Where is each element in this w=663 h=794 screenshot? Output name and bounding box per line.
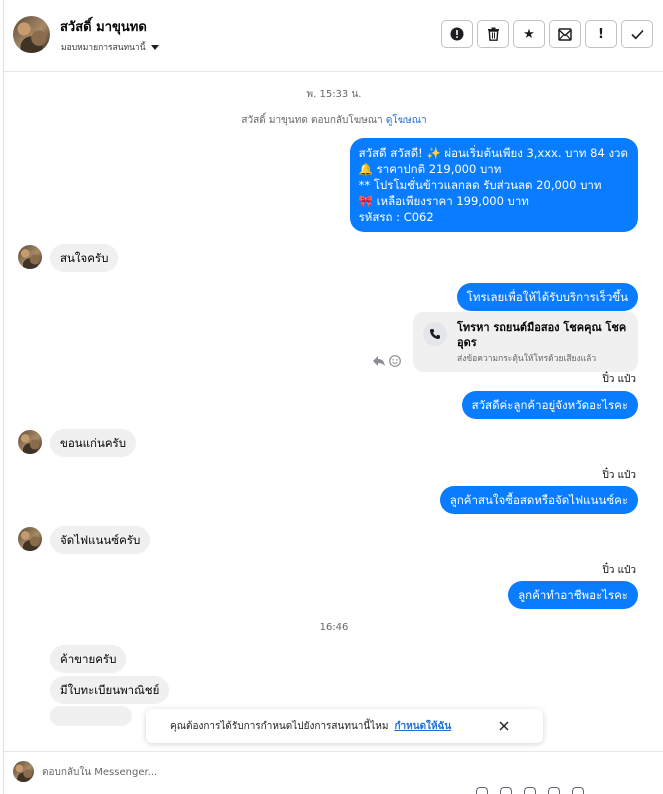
- promo-line: 🎀 เหลือเพียงราคา 199,000 บาท: [358, 194, 529, 208]
- mark-done-button[interactable]: [621, 20, 653, 48]
- exclamation-icon: !: [598, 26, 604, 42]
- sender-name: ปิ๋ว แป๋ว: [602, 565, 636, 576]
- incoming-message-partial[interactable]: [50, 706, 132, 726]
- ad-reply-notice: สวัสดิ์ มาขุนทด ตอบกลับโฆษณา ดูโฆษณา: [4, 113, 663, 128]
- reply-icon[interactable]: [372, 355, 386, 367]
- ad-reply-text: สวัสดิ์ มาขุนทด ตอบกลับโฆษณา: [241, 115, 383, 126]
- contact-avatar-small[interactable]: [18, 430, 42, 454]
- trash-icon: [487, 27, 499, 41]
- phone-icon: [423, 322, 447, 346]
- promo-line: รหัสรถ : C062: [358, 210, 434, 224]
- move-to-done-button[interactable]: [549, 20, 581, 48]
- contact-name[interactable]: สวัสดิ์ มาขุนทด: [60, 16, 147, 37]
- toast-message: คุณต้องการได้รับการกำหนดไปยังการสนทนานี้…: [170, 720, 389, 732]
- sender-name: ปิ๋ว แป๋ว: [602, 470, 636, 481]
- contact-avatar-small[interactable]: [18, 527, 42, 551]
- report-button[interactable]: !: [585, 20, 617, 48]
- promo-line: ** โปรโมชั่นข้าวแลกลด รับส่วนลด 20,000 บ…: [358, 178, 602, 192]
- assign-prompt-toast: คุณต้องการได้รับการกำหนดไปยังการสนทนานี้…: [146, 709, 543, 743]
- exclamation-circle-icon: [450, 27, 464, 41]
- attach-icon[interactable]: [476, 787, 488, 794]
- contact-avatar[interactable]: [13, 16, 50, 53]
- outgoing-message[interactable]: ลูกค้าสนใจซื้อสดหรือจัดไฟแนนซ์คะ: [439, 486, 638, 514]
- outgoing-message[interactable]: ลูกค้าทำอาชีพอะไรคะ: [508, 581, 638, 609]
- reply-composer: ตอบกลับใน Messenger...: [4, 751, 663, 794]
- mail-archive-icon: [558, 27, 572, 41]
- promo-line: สวัสดี สวัสดี! ✨ ผ่อนเริ่มต้นเพียง 3,xxx…: [358, 146, 628, 160]
- gif-icon[interactable]: [524, 787, 536, 794]
- timestamp: พ. 15:33 น.: [306, 89, 362, 100]
- incoming-message[interactable]: สนใจครับ: [50, 244, 119, 272]
- star-icon: ★: [523, 26, 535, 42]
- assign-label: มอบหมายการสนทนานี้: [61, 43, 146, 53]
- check-icon: [630, 29, 644, 39]
- sender-name: ปิ๋ว แป๋ว: [602, 374, 636, 385]
- call-card-title: โทรหา รถยนต์มือสอง โชคคุณ โชค อุดร: [457, 321, 627, 349]
- header-actions: ★ !: [441, 20, 653, 48]
- close-icon[interactable]: [497, 719, 511, 733]
- reply-input[interactable]: ตอบกลับใน Messenger...: [42, 765, 157, 780]
- mark-spam-button[interactable]: [441, 20, 473, 48]
- star-button[interactable]: ★: [513, 20, 545, 48]
- incoming-message[interactable]: ค้าขายครับ: [50, 645, 127, 673]
- outgoing-promo-message[interactable]: สวัสดี สวัสดี! ✨ ผ่อนเริ่มต้นเพียง 3,xxx…: [349, 138, 638, 232]
- photo-icon[interactable]: [500, 787, 512, 794]
- contact-avatar-small[interactable]: [18, 245, 42, 269]
- smiley-icon[interactable]: [389, 355, 401, 367]
- delete-button[interactable]: [477, 20, 509, 48]
- page-avatar: [13, 761, 34, 782]
- message-thread[interactable]: พ. 15:33 น. สวัสดิ์ มาขุนทด ตอบกลับโฆษณา…: [4, 73, 663, 745]
- saved-reply-icon[interactable]: [572, 787, 584, 794]
- view-ad-link[interactable]: ดูโฆษณา: [386, 115, 427, 126]
- outgoing-message[interactable]: โทรเลยเพื่อให้ได้รับบริการเร็วขึ้น: [456, 283, 638, 311]
- promo-line: 🔔 ราคาปกติ 219,000 บาท: [358, 162, 502, 176]
- assign-dropdown[interactable]: มอบหมายการสนทนานี้: [61, 40, 159, 54]
- conversation-header: สวัสดิ์ มาขุนทด มอบหมายการสนทนานี้ ★ !: [4, 0, 663, 72]
- incoming-message[interactable]: ขอนแก่นครับ: [50, 429, 137, 457]
- outgoing-message[interactable]: สวัสดีค่ะลูกค้าอยู่จังหวัดอะไรคะ: [461, 391, 638, 419]
- assign-to-me-link[interactable]: กำหนดให้ฉัน: [394, 719, 451, 734]
- conversation-panel: สวัสดิ์ มาขุนทด มอบหมายการสนทนานี้ ★ ! พ…: [3, 0, 663, 794]
- emoji-icon[interactable]: [548, 787, 560, 794]
- call-card-subtitle: ส่งข้อความกระตุ้นให้โทรด้วยเสียงแล้ว: [457, 354, 597, 364]
- composer-tools: [476, 787, 584, 794]
- incoming-message[interactable]: มีใบทะเบียนพาณิชย์: [50, 676, 170, 704]
- call-request-card[interactable]: โทรหา รถยนต์มือสอง โชคคุณ โชค อุดร ส่งข้…: [413, 312, 638, 372]
- incoming-message[interactable]: จัดไฟแนนซ์ครับ: [50, 526, 151, 554]
- caret-down-icon: [150, 44, 159, 50]
- timestamp: 16:46: [319, 622, 349, 633]
- message-actions: [372, 355, 401, 367]
